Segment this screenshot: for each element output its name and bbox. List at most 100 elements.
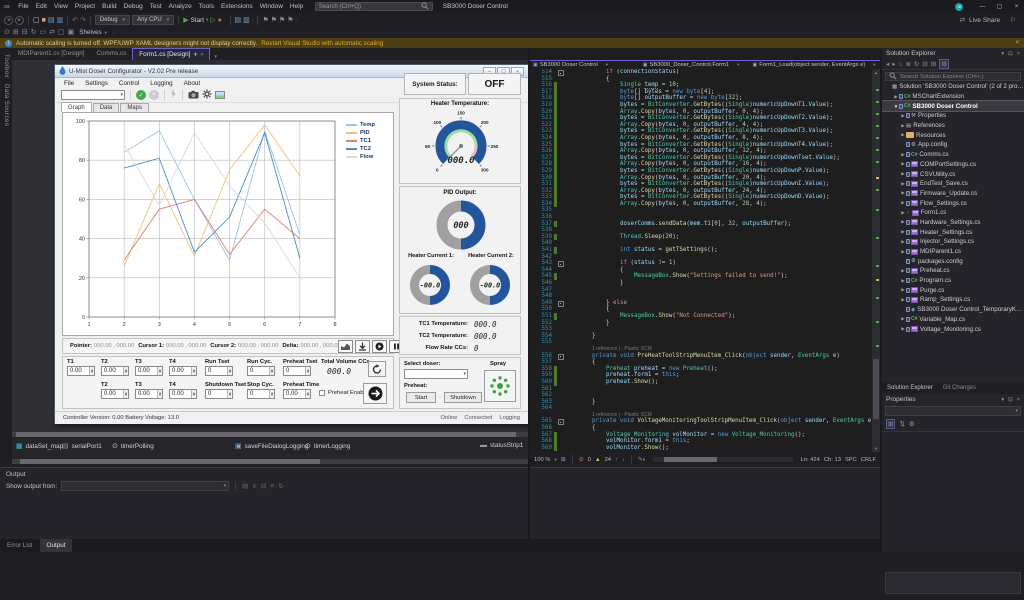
doc-tab[interactable]: MDIParent1.cs [Design]	[12, 48, 91, 60]
tree-item[interactable]: ▶EndTest_Save.cs	[882, 179, 1024, 189]
tree-item[interactable]: ▶MDIParent1.cs	[882, 247, 1024, 257]
panel-close-icon[interactable]: ×	[1017, 397, 1020, 403]
preheat-shutdown-button[interactable]: Shutdown	[444, 392, 482, 403]
form-menu-logging[interactable]: Logging	[150, 80, 172, 87]
tree-item[interactable]: ▶Hardware_Settings.cs	[882, 218, 1024, 228]
editor-hscrollbar[interactable]	[653, 457, 793, 462]
prev-issue-icon[interactable]: ↑	[615, 457, 618, 463]
zoom-level[interactable]: 100 %	[534, 457, 550, 463]
compare-icon[interactable]: ⇄	[49, 28, 55, 37]
start-no-debug-icon[interactable]: ▷	[210, 16, 215, 25]
menu-edit[interactable]: Edit	[32, 3, 50, 10]
numeric-t22[interactable]: 0.00	[101, 389, 129, 399]
tree-item[interactable]: ▶Injector_Settings.cs	[882, 237, 1024, 247]
doser-combobox[interactable]	[404, 369, 468, 379]
categorized-icon[interactable]: ⊞	[886, 419, 895, 429]
save-icon[interactable]: ▤	[48, 16, 55, 25]
se-properties-icon[interactable]: ⚙	[939, 59, 949, 69]
numeric-run-cyc-[interactable]: 0	[247, 366, 275, 376]
editor-vscrollbar[interactable]: ▲▼	[872, 69, 880, 452]
menu-file[interactable]: File	[15, 3, 32, 10]
close-button[interactable]: ×	[1009, 1, 1024, 13]
tree-item[interactable]: ▩Solution 'SB3000 Doser Control' (2 of 2…	[882, 82, 1024, 92]
maximize-button[interactable]: ▢	[992, 1, 1007, 13]
side-tab-data-sources[interactable]: Data Sources	[3, 84, 9, 126]
space-indicator[interactable]: SPC	[845, 457, 857, 463]
se-collapse-icon[interactable]: ⊟	[922, 60, 927, 68]
hierarchy-icon[interactable]: ⊟	[22, 28, 28, 37]
numeric-t3[interactable]: 0.00	[135, 366, 163, 376]
tree-item[interactable]: ▶▤References	[882, 121, 1024, 131]
se-back-icon[interactable]: ◂	[886, 60, 889, 68]
breadcrumb-segment[interactable]: ▣Form1_Load(object sender, EventArgs e)▾	[750, 62, 881, 68]
redo-icon[interactable]: ↷	[80, 16, 86, 25]
warnings-icon[interactable]: ▲	[595, 457, 601, 463]
properties-object-combobox[interactable]	[885, 406, 1021, 416]
tray-component-statusStrip1[interactable]: ▬statusStrip1	[480, 442, 523, 449]
dock-menu-icon[interactable]: ▾	[1001, 51, 1004, 57]
se-home-icon[interactable]: ⌂	[899, 61, 903, 68]
numeric-preheat-tset[interactable]: 0	[283, 366, 311, 376]
menu-tools[interactable]: Tools	[195, 3, 217, 10]
form-tab-graph[interactable]: Graph	[61, 102, 92, 112]
tree-item[interactable]: ▶COMPortSettings.cs	[882, 160, 1024, 170]
live-share-icon[interactable]: ⇄	[960, 16, 965, 24]
disconnect-button[interactable]: ×	[149, 90, 159, 100]
tray-component-dataSet_map[interactable]: ▦dataSet_map	[16, 442, 63, 450]
pin-icon[interactable]: ⊡	[1008, 51, 1013, 57]
breadcrumb-segment[interactable]: ▣SB3000 Doser Control▾	[530, 62, 640, 68]
numeric-t4[interactable]: 0.00	[169, 366, 197, 376]
output-clear-icon[interactable]: ▤	[242, 483, 248, 490]
form-menu-about[interactable]: About	[184, 80, 200, 87]
tree-item[interactable]: ▼C#SB3000 Doser Control	[882, 101, 1024, 111]
tree-item[interactable]: ▶Purge.cs	[882, 285, 1024, 295]
bottom-tab-error-list[interactable]: Error List	[0, 539, 40, 552]
solution-search-box[interactable]: Search Solution Explorer (Ctrl+;)	[885, 72, 1021, 81]
save-all-icon[interactable]: ▥	[56, 16, 63, 25]
tree-item[interactable]: ⚙packages.config	[882, 256, 1024, 266]
bookmark-4-icon[interactable]: ⚑	[287, 16, 293, 25]
tree-item[interactable]: ◆SB3000 Doser Control_TemporaryKey.pfx	[882, 305, 1024, 315]
spray-button[interactable]	[484, 370, 516, 402]
system-status-value-box[interactable]: OFF	[468, 73, 521, 95]
tree-item[interactable]: ▶C#Comms.cs	[882, 150, 1024, 160]
fit-icon[interactable]: ⊞	[561, 456, 566, 463]
history-icon[interactable]: ⊙	[4, 28, 10, 37]
se-tab-git-changes[interactable]: Git Changes	[938, 382, 981, 394]
shelves-label[interactable]: Shelves	[79, 29, 101, 36]
numeric-shutdown-tset2[interactable]: 0	[205, 389, 233, 399]
feedback-icon[interactable]: ⚐	[1010, 16, 1016, 24]
infobar-close-icon[interactable]: ×	[1015, 40, 1019, 46]
restart-link[interactable]: Restart Visual Studio with automatic sca…	[261, 40, 383, 47]
global-search-box[interactable]: Search (Ctrl+Q)	[315, 2, 433, 11]
live-share-label[interactable]: Live Share	[969, 17, 1000, 24]
tree-item[interactable]: ▶C#Program.cs	[882, 276, 1024, 286]
tray-hscrollbar[interactable]	[12, 459, 530, 464]
chart-export-button[interactable]	[338, 340, 353, 353]
tray-component-saveFileDialogLogging[interactable]: ▣saveFileDialogLogging	[235, 442, 308, 450]
code-area[interactable]: 514if (connectionStatus)515{516Single te…	[530, 69, 872, 452]
nav-backward-icon[interactable]: ◂	[4, 16, 13, 25]
tray-component-timerLogging[interactable]: ⊙timerLogging	[305, 442, 350, 450]
line-indicator[interactable]: Ln: 424	[801, 457, 820, 463]
bottom-tab-output[interactable]: Output	[40, 539, 73, 552]
edit-mode-icon[interactable]: ✎▾	[638, 457, 645, 463]
se-forward-icon[interactable]: ▸	[892, 60, 895, 68]
se-tab-solution-explorer[interactable]: Solution Explorer	[882, 382, 938, 394]
tree-item[interactable]: ▶⚒Properties	[882, 111, 1024, 121]
tray-component-serialPort1[interactable]: ▤serialPort1	[62, 442, 102, 450]
tree-item[interactable]: ▶Resources	[882, 130, 1024, 140]
column-indicator[interactable]: Ch: 13	[824, 457, 841, 463]
menu-build[interactable]: Build	[99, 3, 120, 10]
open-file-icon[interactable]: ■	[42, 16, 46, 25]
menu-project[interactable]: Project	[71, 3, 98, 10]
errors-icon[interactable]: ⊘	[579, 457, 584, 463]
menu-view[interactable]: View	[50, 3, 71, 10]
dock-menu-icon[interactable]: ▾	[1001, 397, 1004, 403]
display-icon[interactable]: ▭	[40, 28, 47, 37]
menu-window[interactable]: Window	[256, 3, 286, 10]
send-settings-button[interactable]	[363, 383, 387, 404]
form-menu-settings[interactable]: Settings	[85, 80, 108, 87]
menu-help[interactable]: Help	[286, 3, 306, 10]
tree-item[interactable]: ▶C#Variable_Map.cs	[882, 315, 1024, 325]
